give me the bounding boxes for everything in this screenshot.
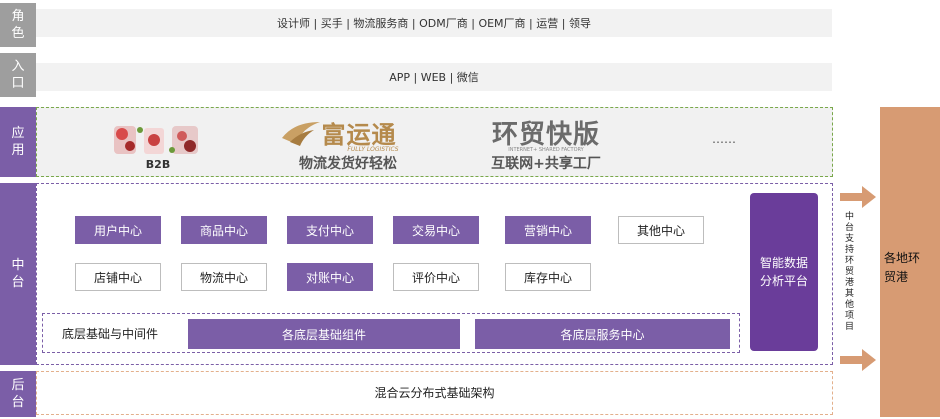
base-services-block: 各底层服务中心 bbox=[475, 319, 730, 349]
module-marketing-center: 营销中心 bbox=[505, 216, 591, 244]
module-user-center: 用户中心 bbox=[75, 216, 161, 244]
fuyuntong-slogan: 物流发货好轻松 bbox=[299, 156, 397, 172]
role-bar-text: 设计师 | 买手 | 物流服务商 | ODM厂商 | OEM厂商 | 运营 | … bbox=[277, 17, 591, 30]
smart-data-platform: 智能数据分析平台 bbox=[750, 193, 818, 351]
b2b-label: B2B bbox=[145, 157, 171, 171]
fuyuntong-logo: 富运通 FULLY LOGISTICS 物流发货好轻松 bbox=[258, 114, 418, 174]
module-other-center: 其他中心 bbox=[618, 216, 704, 244]
fuyuntong-wing-icon bbox=[281, 121, 320, 146]
b2b-floral-icon bbox=[114, 125, 198, 154]
b2b-logo: B2B bbox=[108, 118, 208, 172]
layer-label-middle: 中台 bbox=[0, 183, 36, 365]
backend-bar-text: 混合云分布式基础架构 bbox=[374, 386, 495, 400]
regional-hubs-block: 各地环贸港 bbox=[880, 107, 940, 417]
layer-label-entry: 入口 bbox=[0, 53, 36, 97]
more-apps-ellipsis: …… bbox=[712, 132, 736, 146]
arrow-right-top-icon bbox=[840, 186, 876, 208]
module-trade-center: 交易中心 bbox=[393, 216, 479, 244]
arrow-right-bottom-icon bbox=[840, 349, 876, 371]
fuyuntong-en: FULLY LOGISTICS bbox=[347, 146, 399, 153]
layer-label-app: 应用 bbox=[0, 107, 36, 177]
module-payment-center: 支付中心 bbox=[287, 216, 373, 244]
module-logistics-center: 物流中心 bbox=[181, 263, 267, 291]
base-components-block: 各底层基础组件 bbox=[188, 319, 460, 349]
role-bar: 设计师 | 买手 | 物流服务商 | ODM厂商 | OEM厂商 | 运营 | … bbox=[36, 9, 832, 37]
huanmao-title: 环贸快版 bbox=[491, 119, 600, 150]
fuyuntong-title: 富运通 bbox=[321, 121, 397, 149]
layer-label-back: 后台 bbox=[0, 371, 36, 417]
entry-bar: APP | WEB | 微信 bbox=[36, 63, 832, 91]
huanmao-logo: 环贸快版 INTERNET+ SHARED FACTORY 互联网+共享工厂 bbox=[478, 112, 614, 174]
huanmao-slogan: 互联网+共享工厂 bbox=[491, 155, 601, 172]
regional-hubs-label: 各地环贸港 bbox=[884, 251, 921, 284]
entry-bar-text: APP | WEB | 微信 bbox=[389, 71, 479, 84]
module-product-center: 商品中心 bbox=[181, 216, 267, 244]
base-layer-label: 底层基础与中间件 bbox=[62, 327, 159, 341]
module-inventory-center: 库存中心 bbox=[505, 263, 591, 291]
module-review-center: 评价中心 bbox=[393, 263, 479, 291]
module-store-center: 店铺中心 bbox=[75, 263, 161, 291]
side-note-middle-support: 中台支持环贸港其他项目 bbox=[845, 212, 855, 332]
layer-label-role: 角色 bbox=[0, 3, 36, 47]
module-reconcile-center: 对账中心 bbox=[287, 263, 373, 291]
